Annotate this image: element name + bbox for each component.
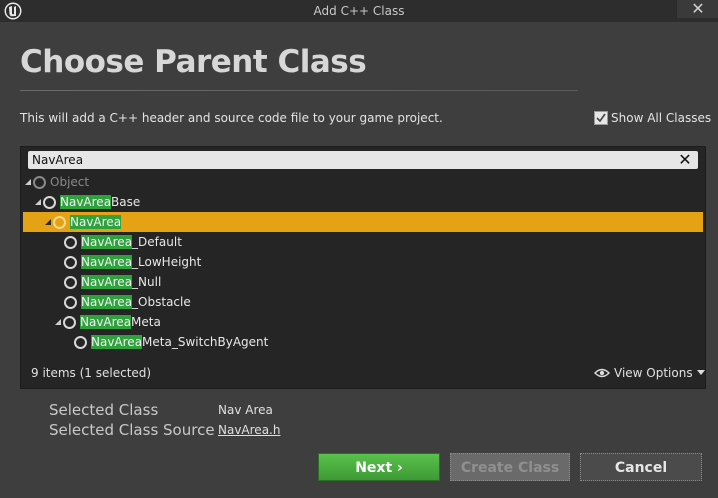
tree-row-navarea-null[interactable]: NavArea _Null [64, 272, 161, 292]
items-count: 9 items (1 selected) [31, 366, 152, 380]
tree-row-navareameta-switchbyagent[interactable]: NavArea Meta_SwitchByAgent [74, 332, 268, 352]
tree-row-navareameta[interactable]: NavArea Meta [54, 312, 161, 332]
next-label: Next [355, 460, 393, 476]
match-highlight: NavArea [91, 335, 143, 349]
cancel-button[interactable]: Cancel [580, 453, 702, 481]
class-circle-icon [64, 235, 77, 249]
view-options-button[interactable]: View Options [594, 366, 705, 380]
selected-source-label: Selected Class Source [49, 421, 215, 439]
show-all-checkbox[interactable] [594, 111, 608, 125]
match-highlight: NavArea [81, 275, 133, 289]
class-circle-icon [64, 255, 77, 269]
match-highlight: NavArea [81, 255, 133, 269]
class-name-rest: _Obstacle [132, 295, 191, 309]
divider [20, 90, 578, 91]
class-circle-icon [53, 215, 66, 229]
expand-arrow-icon[interactable] [54, 318, 62, 326]
class-circle-icon [74, 335, 87, 349]
match-highlight: NavArea [80, 315, 132, 329]
match-highlight: NavArea [81, 295, 133, 309]
eye-icon [594, 368, 610, 378]
match-highlight: NavArea [70, 215, 122, 229]
class-circle-icon [43, 195, 56, 209]
tree-row-navarea-default[interactable]: NavArea _Default [64, 232, 182, 252]
class-circle-icon [64, 295, 77, 309]
view-options-label: View Options [614, 366, 693, 380]
class-circle-icon [64, 275, 77, 289]
class-circle-icon [63, 315, 76, 329]
class-circle-icon [33, 175, 46, 189]
tree-row-navarea-lowheight[interactable]: NavArea _LowHeight [64, 252, 201, 272]
clear-search-icon[interactable]: ✕ [676, 151, 694, 169]
match-highlight: NavArea [60, 195, 112, 209]
chevron-right-icon: › [397, 460, 403, 476]
class-name: Object [50, 175, 90, 189]
title-bar: Add C++ Class ✕ [0, 0, 718, 22]
show-all-classes-toggle[interactable]: Show All Classes [594, 111, 711, 125]
selected-source-link[interactable]: NavArea.h [218, 423, 280, 437]
class-name-rest: _Null [132, 275, 162, 289]
class-name-rest: Meta [131, 315, 161, 329]
next-button[interactable]: Next › [318, 453, 440, 481]
class-name-rest: Base [111, 195, 141, 209]
search-box[interactable]: ✕ [28, 151, 698, 169]
tree-row-object[interactable]: Object [24, 172, 89, 192]
selected-class-value: Nav Area [218, 403, 273, 417]
description-text: This will add a C++ header and source co… [20, 111, 443, 125]
close-button[interactable]: ✕ [676, 0, 718, 18]
page-title: Choose Parent Class [20, 44, 367, 80]
match-highlight: NavArea [81, 235, 133, 249]
expand-arrow-icon[interactable] [44, 218, 52, 226]
search-input[interactable] [32, 152, 672, 168]
expand-arrow-icon[interactable] [34, 198, 42, 206]
create-class-button[interactable]: Create Class [450, 453, 570, 481]
class-name-rest: _LowHeight [132, 255, 202, 269]
tree-row-navarea-obstacle[interactable]: NavArea _Obstacle [64, 292, 191, 312]
class-name-rest: Meta_SwitchByAgent [142, 335, 269, 349]
class-name-rest: _Default [132, 235, 182, 249]
chevron-down-icon [696, 370, 705, 375]
tree-row-navarea[interactable]: NavArea [23, 212, 703, 232]
checkmark-icon [596, 113, 606, 123]
tree-row-navareabase[interactable]: NavArea Base [34, 192, 140, 212]
show-all-label: Show All Classes [611, 111, 712, 125]
expand-arrow-icon[interactable] [24, 178, 32, 186]
window-title: Add C++ Class [313, 4, 405, 18]
selected-class-label: Selected Class [49, 401, 159, 419]
